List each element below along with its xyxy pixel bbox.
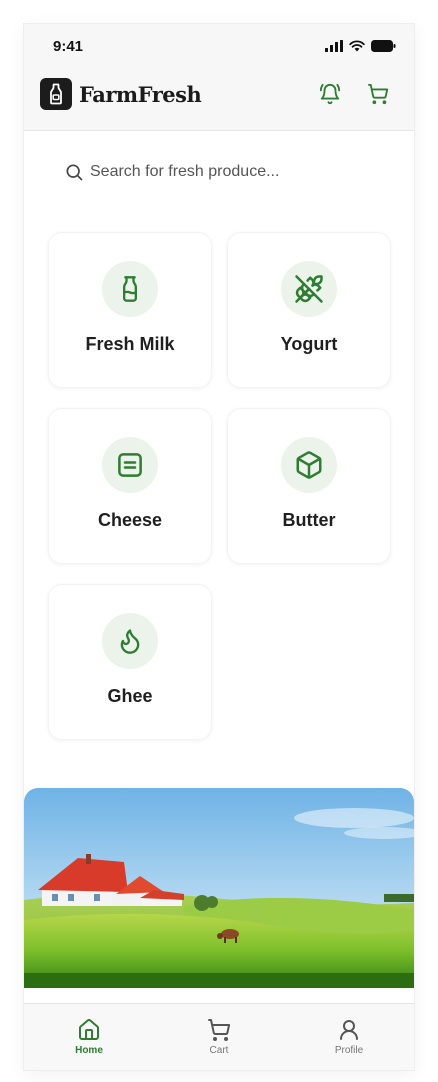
nav-cart[interactable]: Cart	[179, 1018, 259, 1056]
signal-icon	[325, 40, 343, 52]
category-label: Cheese	[97, 510, 163, 530]
nav-label: Cart	[209, 1045, 229, 1056]
category-label: Yogurt	[280, 334, 338, 354]
search-icon	[66, 164, 83, 181]
wheat-off-icon	[295, 275, 323, 303]
category-icon-circle	[102, 613, 158, 669]
nav-profile[interactable]: Profile	[309, 1018, 389, 1056]
app-header: FarmFresh	[24, 76, 414, 116]
nav-label: Home	[75, 1045, 103, 1056]
battery-icon	[371, 40, 396, 52]
category-card-ghee[interactable]: Ghee	[48, 584, 212, 740]
app-title: FarmFresh	[79, 82, 202, 107]
box-icon	[296, 451, 322, 479]
search-input[interactable]	[90, 163, 370, 181]
milk-bottle-logo-icon	[50, 83, 62, 105]
category-card-cheese[interactable]: Cheese	[48, 408, 212, 564]
search-bar[interactable]	[64, 158, 384, 186]
top-bar: 9:41 FarmFresh	[24, 24, 414, 131]
cart-icon	[367, 83, 389, 105]
cart-header-button[interactable]	[366, 82, 390, 106]
bell-ring-icon	[319, 83, 341, 105]
category-label: Ghee	[107, 686, 153, 706]
category-icon-circle	[102, 261, 158, 317]
milk-bottle-icon	[123, 276, 137, 302]
home-icon	[79, 1019, 99, 1040]
user-icon	[340, 1020, 358, 1040]
category-icon-circle	[281, 437, 337, 493]
cart-icon	[208, 1019, 231, 1041]
app-logo	[40, 78, 72, 110]
flame-icon	[120, 629, 140, 654]
category-icon-circle	[281, 261, 337, 317]
nav-label: Profile	[334, 1045, 364, 1056]
category-card-yogurt[interactable]: Yogurt	[227, 232, 391, 388]
category-label: Butter	[282, 510, 336, 530]
category-icon-circle	[102, 437, 158, 493]
category-label: Fresh Milk	[85, 334, 175, 354]
phone-frame: 9:41 FarmFresh Search for fresh produce.…	[24, 24, 414, 1070]
notifications-button[interactable]	[318, 82, 342, 106]
nav-home[interactable]: Home	[49, 1018, 129, 1056]
bottom-navigation: Home Cart Profile	[24, 1003, 414, 1070]
category-card-butter[interactable]: Butter	[227, 408, 391, 564]
category-card-fresh-milk[interactable]: Fresh Milk	[48, 232, 212, 388]
wifi-icon	[349, 40, 365, 52]
status-time: 9:41	[53, 38, 84, 55]
cheese-icon	[118, 453, 142, 477]
status-bar: 9:41	[24, 24, 414, 68]
status-icons	[325, 40, 396, 52]
farm-banner-image	[24, 788, 414, 988]
